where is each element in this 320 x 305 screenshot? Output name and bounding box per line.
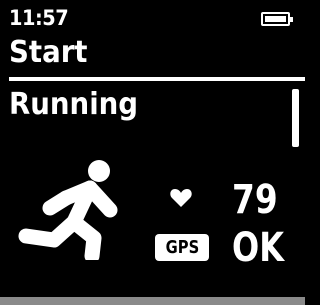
battery-full-icon bbox=[261, 12, 293, 26]
status-time: 11:57 bbox=[9, 6, 69, 30]
heart-icon bbox=[170, 189, 192, 207]
heart-rate-value: 79 bbox=[232, 177, 278, 223]
footer-bar bbox=[0, 297, 305, 305]
page-title: Start bbox=[9, 35, 88, 70]
watch-screen: 11:57 Start Running 79 GPS OK bbox=[0, 0, 305, 305]
gps-badge: GPS bbox=[155, 234, 209, 261]
scrollbar[interactable] bbox=[292, 89, 299, 147]
runner-icon[interactable] bbox=[14, 158, 130, 260]
gps-status: OK bbox=[232, 225, 284, 271]
activity-name[interactable]: Running bbox=[9, 88, 138, 122]
battery-level-fill bbox=[265, 16, 286, 22]
gps-label: GPS bbox=[165, 237, 199, 258]
header-divider bbox=[9, 77, 305, 81]
